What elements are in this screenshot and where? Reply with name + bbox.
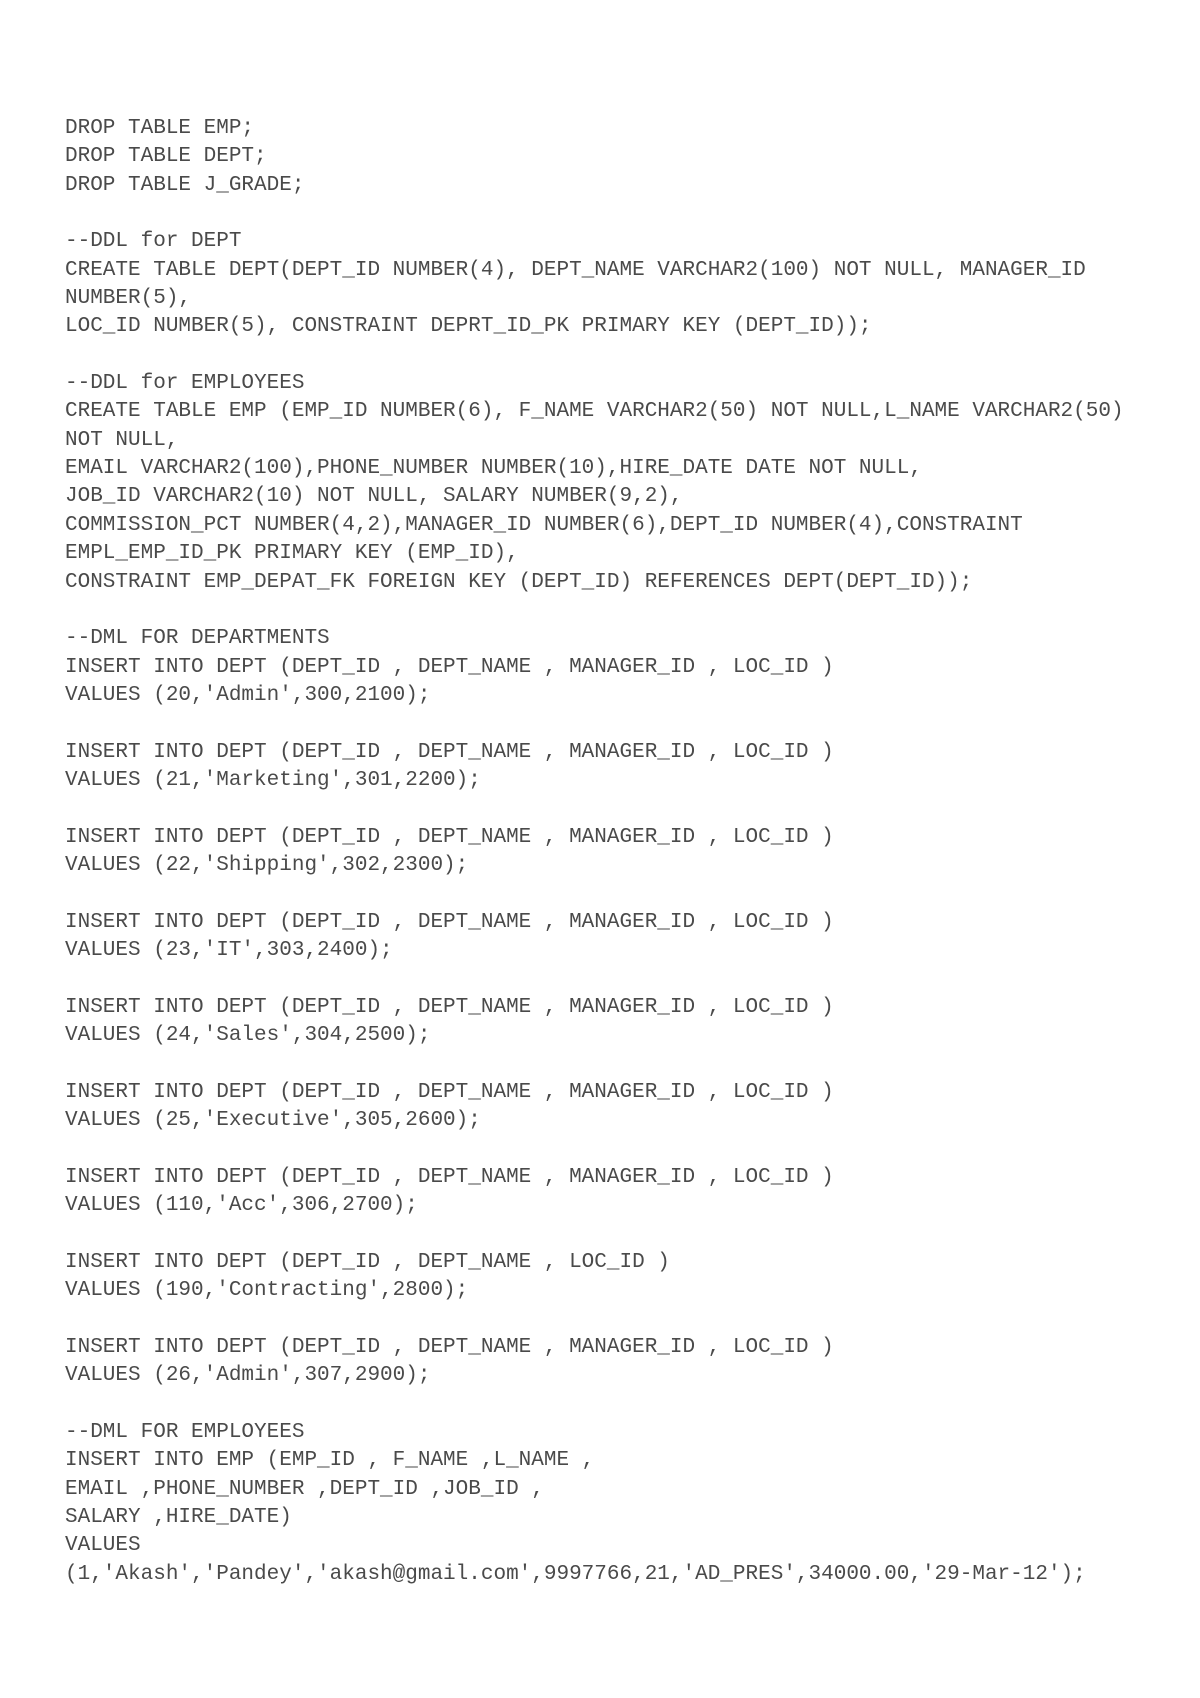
sql-code-block: DROP TABLE EMP; DROP TABLE DEPT; DROP TA… [0,0,1200,1649]
